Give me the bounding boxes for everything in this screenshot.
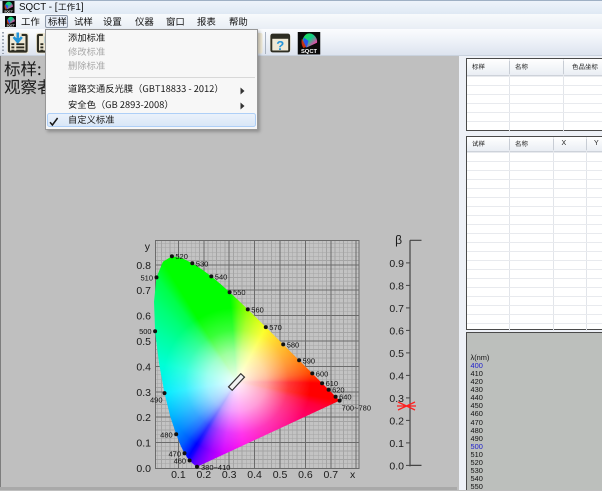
svg-text:β: β	[395, 233, 402, 247]
svg-text:0.9: 0.9	[389, 258, 404, 270]
svg-text:580: 580	[287, 340, 300, 349]
svg-text:590: 590	[303, 356, 316, 365]
svg-text:0.2: 0.2	[136, 412, 151, 424]
svg-text:700~780: 700~780	[342, 404, 371, 413]
svg-text:0.7: 0.7	[136, 285, 151, 297]
svg-text:570: 570	[269, 323, 282, 332]
svg-text:0.4: 0.4	[136, 361, 151, 373]
svg-text:0.5: 0.5	[136, 336, 151, 348]
svg-text:0.0: 0.0	[389, 460, 404, 472]
svg-text:0.1: 0.1	[136, 438, 151, 450]
svg-text:520: 520	[175, 252, 188, 261]
svg-text:480: 480	[160, 430, 173, 439]
svg-text:0.8: 0.8	[136, 260, 151, 272]
svg-text:0.5: 0.5	[273, 469, 288, 481]
svg-text:0.1: 0.1	[171, 469, 186, 481]
svg-text:380~410: 380~410	[201, 463, 230, 472]
svg-text:0.5: 0.5	[389, 348, 404, 360]
svg-text:560: 560	[251, 305, 264, 314]
svg-text:0.2: 0.2	[389, 415, 404, 427]
svg-text:0.6: 0.6	[389, 325, 404, 337]
svg-text:0.3: 0.3	[389, 393, 404, 405]
svg-text:0.1: 0.1	[389, 438, 404, 450]
svg-text:0.8: 0.8	[389, 280, 404, 292]
svg-text:510: 510	[140, 273, 153, 282]
svg-text:0.0: 0.0	[136, 463, 151, 475]
svg-text:0.3: 0.3	[136, 387, 151, 399]
svg-text:x: x	[350, 469, 356, 481]
svg-text:540: 540	[215, 272, 228, 281]
svg-text:0.7: 0.7	[389, 303, 404, 315]
svg-text:0.7: 0.7	[323, 469, 338, 481]
svg-text:460: 460	[174, 457, 187, 466]
svg-text:530: 530	[196, 259, 209, 268]
svg-text:y: y	[145, 241, 151, 253]
svg-text:0.4: 0.4	[389, 370, 404, 382]
svg-text:0.4: 0.4	[247, 469, 262, 481]
svg-text:490: 490	[150, 396, 163, 405]
svg-text:500: 500	[139, 327, 152, 336]
svg-text:550: 550	[233, 288, 246, 297]
svg-text:0.6: 0.6	[136, 311, 151, 323]
svg-text:0.6: 0.6	[298, 469, 313, 481]
svg-text:600: 600	[316, 369, 329, 378]
